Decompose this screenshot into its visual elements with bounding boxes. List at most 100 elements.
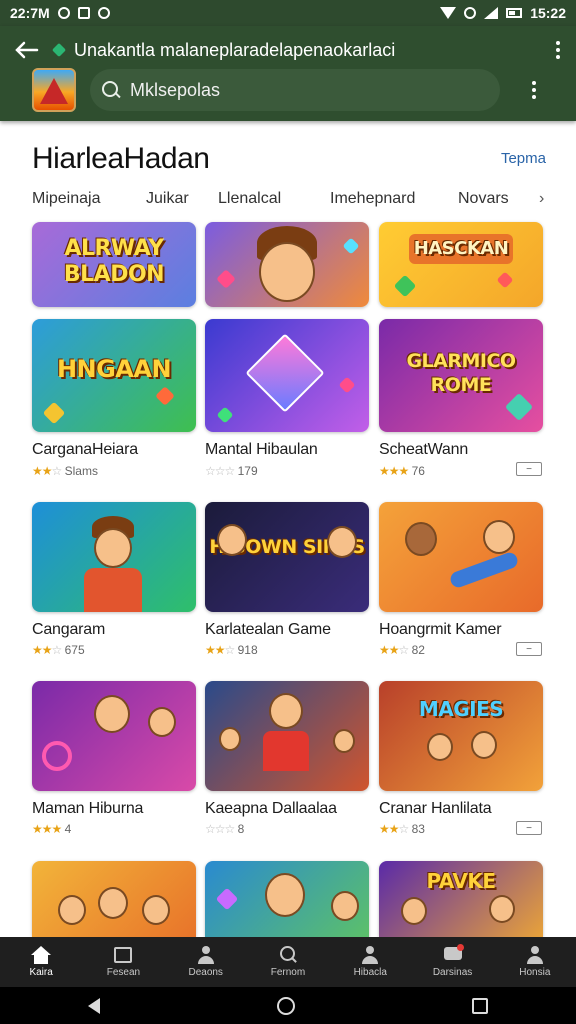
nav-item-2[interactable]: Fesean [82, 937, 164, 987]
featured-tile[interactable]: ALRWAY BLADON [32, 222, 196, 307]
back-arrow-icon [15, 41, 39, 59]
nav-label: Darsinas [432, 967, 473, 978]
game-title[interactable]: CarganaHeiara [32, 441, 138, 459]
game-thumbnail[interactable]: HNGAAN [32, 319, 196, 432]
system-home-icon[interactable] [276, 996, 295, 1015]
page-title: Unakantla malaneplaradelapenaokarlaci [74, 39, 396, 60]
category-tab[interactable]: Mipeinaja [32, 190, 100, 208]
box-icon [113, 946, 133, 964]
see-more-link[interactable]: Tepma [501, 150, 546, 167]
character-face-icon [259, 242, 315, 302]
nav-label: Honsia [519, 967, 551, 978]
signal-icon [484, 7, 499, 19]
nav-item-3[interactable]: Deaons [165, 937, 247, 987]
nav-label: Kaira [29, 967, 53, 978]
game-title[interactable]: ScheatWann [379, 441, 468, 459]
game-thumbnail[interactable] [32, 502, 196, 612]
game-title[interactable]: Cranar Hanlilata [379, 800, 492, 818]
crystal-icon [245, 333, 325, 413]
search-input[interactable] [130, 79, 490, 101]
app-header: Unakantla malaneplaradelapenaokarlaci [0, 26, 576, 121]
home-icon [31, 946, 52, 964]
chevron-right-icon[interactable]: › [539, 190, 544, 208]
category-tab[interactable]: Juikar [146, 190, 189, 208]
search-icon [102, 81, 120, 99]
install-button[interactable]: − [516, 821, 542, 835]
battery-icon [506, 8, 523, 18]
star-rating-icon: ★★ [32, 464, 52, 478]
game-rating: ★★☆ 82 [379, 643, 425, 657]
game-thumbnail-text: PAVKE [426, 869, 496, 893]
overflow-menu-button[interactable] [516, 72, 552, 108]
game-thumbnail[interactable]: MAGIES [379, 681, 543, 791]
game-thumbnail[interactable] [205, 861, 369, 937]
nav-item-messages[interactable]: Darsinas [411, 937, 493, 987]
game-rating: ★★★ 4 [32, 822, 72, 836]
featured-tile-text: HASCKAN [413, 238, 509, 259]
category-tab[interactable]: Novars [458, 190, 509, 208]
game-thumbnail[interactable] [32, 681, 196, 791]
game-thumbnail[interactable] [205, 319, 369, 432]
game-thumbnail[interactable] [379, 502, 543, 612]
character-face-icon [94, 528, 132, 568]
chat-icon [443, 944, 464, 964]
system-navigation-bar [0, 987, 576, 1024]
game-thumbnail-text: HNGAAN [56, 355, 172, 383]
game-thumbnail[interactable]: PAVKE [379, 861, 543, 937]
game-thumbnail[interactable]: GLARMICO ROME [379, 319, 543, 432]
notification-badge [456, 944, 464, 951]
app-logo[interactable] [32, 68, 76, 112]
more-options-button[interactable] [540, 32, 576, 68]
star-rating-icon: ★★ [379, 643, 399, 657]
game-title[interactable]: Cangaram [32, 621, 105, 639]
game-rating: ☆☆☆ 179 [205, 464, 258, 478]
category-tab[interactable]: Imehepnard [330, 190, 415, 208]
game-thumbnail[interactable]: HIBOWN SINPS [205, 502, 369, 612]
category-tab[interactable]: Llenalcal [218, 190, 281, 208]
game-thumbnail[interactable] [32, 861, 196, 937]
person-icon [360, 946, 380, 964]
game-title[interactable]: Maman Hiburna [32, 800, 143, 818]
game-title[interactable]: Mantal Hibaulan [205, 441, 318, 459]
featured-tile[interactable] [205, 222, 369, 307]
wifi-icon [440, 7, 457, 19]
system-recents-icon[interactable] [471, 997, 488, 1014]
star-rating-icon: ★★ [205, 643, 225, 657]
section-title: HiarleaHadan [32, 142, 210, 175]
game-thumbnail-text: MAGIES [418, 697, 504, 721]
category-tabs: Mipeinaja Juikar Llenalcal Imehepnard No… [0, 184, 576, 218]
app-notification-icon [77, 7, 90, 19]
status-bar: 22:7M 15:22 [0, 0, 576, 26]
nav-item-profile[interactable]: Honsia [494, 937, 576, 987]
nav-item-search[interactable]: Fernom [247, 937, 329, 987]
system-back-icon[interactable] [88, 997, 101, 1014]
install-button[interactable]: − [516, 462, 542, 476]
featured-tile[interactable]: HASCKAN [379, 222, 543, 307]
install-button[interactable]: − [516, 642, 542, 656]
back-button[interactable] [0, 32, 54, 68]
search-bar[interactable] [90, 69, 500, 111]
game-rating: ★★★ 76 [379, 464, 425, 478]
game-title[interactable]: Karlatealan Game [205, 621, 331, 639]
alarm-icon [464, 7, 477, 19]
person-icon [525, 946, 545, 964]
star-rating-icon: ★★ [379, 822, 399, 836]
star-rating-icon: ★★★ [32, 822, 62, 836]
game-rating: ★★☆ Slams [32, 464, 98, 478]
star-rating-icon: ★★★ [379, 464, 409, 478]
nav-item-home[interactable]: Kaira [0, 937, 82, 987]
game-rating: ★★☆ 675 [32, 643, 85, 657]
game-thumbnail[interactable] [205, 681, 369, 791]
notification-icon [57, 7, 70, 19]
nav-label: Fernom [270, 967, 306, 978]
game-rating: ★★☆ 83 [379, 822, 425, 836]
game-rating: ☆☆☆ 8 [205, 822, 245, 836]
game-thumbnail-text: GLARMICO ROME [406, 350, 516, 396]
game-title[interactable]: Kaeapna Dallaalaa [205, 800, 337, 818]
bottom-navigation: Kaira Fesean Deaons Fernom Hibacla Darsi… [0, 937, 576, 987]
sync-icon [97, 7, 110, 19]
game-rating: ★★☆ 918 [205, 643, 258, 657]
nav-item-5[interactable]: Hibacla [329, 937, 411, 987]
status-time: 22:7M [10, 5, 50, 21]
game-title[interactable]: Hoangrmit Kamer [379, 621, 502, 639]
